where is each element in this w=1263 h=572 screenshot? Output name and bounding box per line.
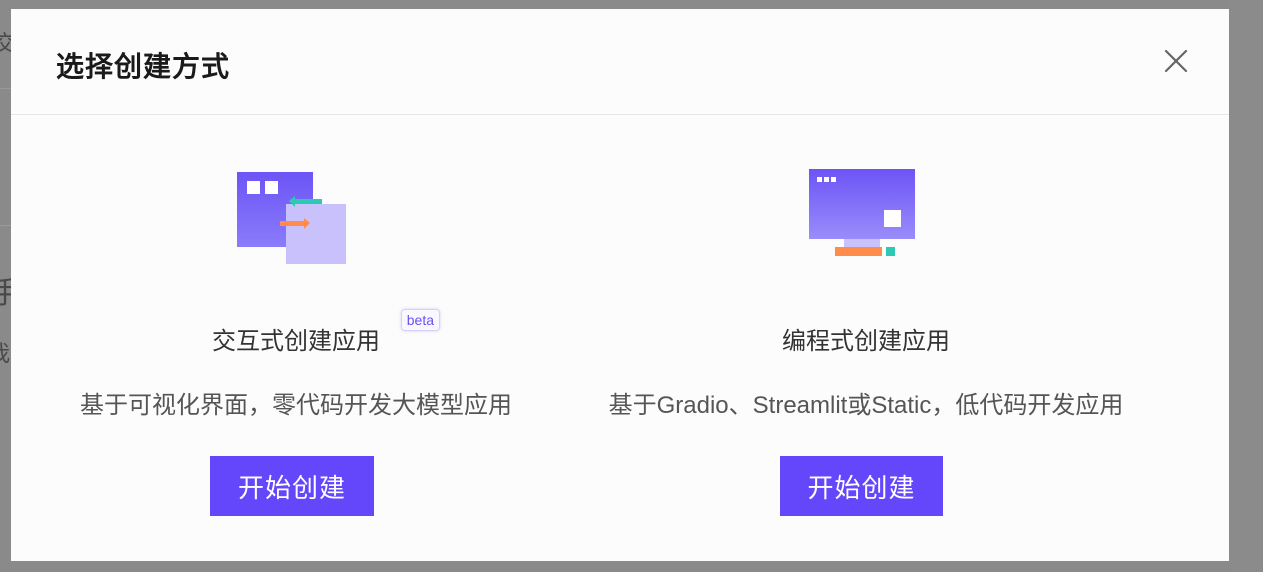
start-create-programmatic-button[interactable]: 开始创建 bbox=[780, 456, 943, 516]
option-title: 编程式创建应用 bbox=[581, 321, 1151, 356]
background-text-fragment: 我 bbox=[0, 336, 10, 368]
monitor-icon bbox=[809, 169, 915, 256]
interactive-windows-icon bbox=[237, 172, 346, 264]
background-divider bbox=[0, 88, 11, 89]
option-title-text: 编程式创建应用 bbox=[782, 328, 950, 355]
option-title: 交互式创建应用 beta bbox=[11, 309, 581, 356]
background-divider bbox=[0, 225, 11, 226]
background-page-edge bbox=[1229, 0, 1263, 572]
create-method-dialog: 选择创建方式 交互式创建应用 beta 基于可视化界面，零代码开发大模型应用 开… bbox=[11, 9, 1229, 561]
beta-badge: beta bbox=[400, 309, 440, 331]
option-title-text: 交互式创建应用 bbox=[212, 328, 380, 355]
option-interactive: 交互式创建应用 beta 基于可视化界面，零代码开发大模型应用 开始创建 bbox=[11, 115, 581, 561]
close-icon bbox=[1164, 49, 1188, 73]
close-button[interactable] bbox=[1161, 46, 1191, 76]
option-programmatic: 编程式创建应用 基于Gradio、Streamlit或Static，低代码开发应… bbox=[581, 115, 1151, 561]
option-description: 基于Gradio、Streamlit或Static，低代码开发应用 bbox=[608, 392, 1124, 419]
option-description: 基于可视化界面，零代码开发大模型应用 bbox=[80, 392, 512, 419]
start-create-interactive-button[interactable]: 开始创建 bbox=[210, 456, 374, 516]
dialog-header: 选择创建方式 bbox=[11, 9, 1229, 115]
dialog-title: 选择创建方式 bbox=[56, 51, 231, 82]
